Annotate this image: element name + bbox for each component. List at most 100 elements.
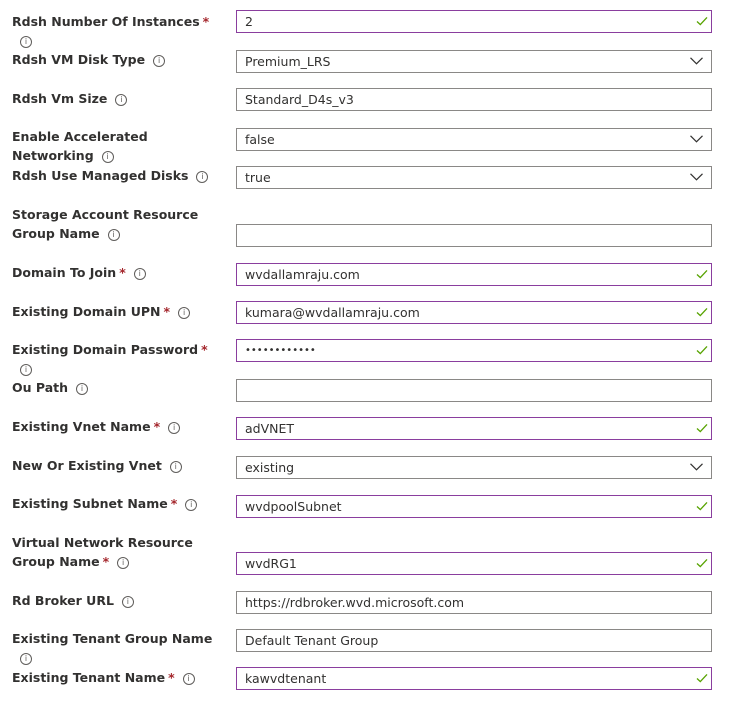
new-or-existing-vnet-label: New Or Existing Vnet i <box>12 456 217 475</box>
ou-path-label: Ou Path i <box>12 378 217 397</box>
field-value: wvdpoolSubnet <box>245 499 342 514</box>
rdsh-vm-disk-type-label: Rdsh VM Disk Type i <box>12 50 217 69</box>
required-asterisk: * <box>119 265 126 280</box>
field-value: https://rdbroker.wvd.microsoft.com <box>245 595 465 610</box>
field-value: false <box>245 132 275 147</box>
virtual-network-resource-group-name-label: Virtual Network Resource Group Name * i <box>12 533 217 571</box>
info-icon[interactable]: i <box>121 596 134 608</box>
rdsh-use-managed-disks-label: Rdsh Use Managed Disks i <box>12 166 217 185</box>
field-label-text: Existing Tenant Name <box>12 670 166 685</box>
field-value: kawvdtenant <box>245 671 327 686</box>
existing-tenant-name-input[interactable]: kawvdtenant <box>236 667 712 690</box>
field-value: •••••••••••• <box>245 345 316 356</box>
required-asterisk: * <box>202 14 210 29</box>
info-icon[interactable]: i <box>178 307 191 319</box>
required-asterisk: * <box>102 554 110 569</box>
chevron-down-icon[interactable] <box>690 57 703 65</box>
info-icon[interactable]: i <box>196 171 209 183</box>
field-label-text: Enable Accelerated Networking <box>12 129 148 163</box>
info-icon[interactable]: i <box>20 36 32 48</box>
ou-path-input[interactable] <box>236 379 712 402</box>
rdsh-vm-size-input[interactable]: Standard_D4s_v3 <box>236 88 712 111</box>
info-icon[interactable]: i <box>169 461 182 473</box>
existing-subnet-name-input[interactable]: wvdpoolSubnet <box>236 495 712 518</box>
field-label-text: Rd Broker URL <box>12 593 114 608</box>
checkmark-icon <box>696 423 708 433</box>
existing-tenant-group-name-input[interactable]: Default Tenant Group <box>236 629 712 652</box>
existing-domain-password-label: Existing Domain Password * i <box>12 340 217 378</box>
enable-accelerated-networking-dropdown[interactable]: false <box>236 128 712 151</box>
field-label-text: Existing Domain UPN <box>12 304 161 319</box>
field-label-text: Rdsh Use Managed Disks <box>12 168 189 183</box>
field-value: Standard_D4s_v3 <box>245 92 354 107</box>
existing-domain-upn-label: Existing Domain UPN * i <box>12 302 217 321</box>
existing-subnet-name-label: Existing Subnet Name * i <box>12 494 217 513</box>
existing-tenant-group-name-label: Existing Tenant Group Name i <box>12 629 217 667</box>
info-icon[interactable]: i <box>76 383 89 395</box>
info-icon[interactable]: i <box>101 151 114 163</box>
storage-account-resource-group-name-label: Storage Account Resource Group Name i <box>12 205 217 243</box>
field-label-text: Storage Account Resource Group Name <box>12 207 199 241</box>
required-asterisk: * <box>153 419 161 434</box>
field-value: wvdallamraju.com <box>245 267 360 282</box>
checkmark-icon <box>696 673 708 683</box>
field-label-text: New Or Existing Vnet <box>12 458 162 473</box>
checkmark-icon <box>696 558 708 568</box>
info-icon[interactable]: i <box>115 94 128 106</box>
info-icon[interactable]: i <box>117 557 130 569</box>
field-value: true <box>245 170 271 185</box>
checkmark-icon <box>696 269 708 279</box>
field-label-text: Ou Path <box>12 380 69 395</box>
domain-to-join-input[interactable]: wvdallamraju.com <box>236 263 712 286</box>
rd-broker-url-input[interactable]: https://rdbroker.wvd.microsoft.com <box>236 591 712 614</box>
required-asterisk: * <box>168 670 175 685</box>
chevron-down-icon[interactable] <box>690 463 703 471</box>
field-label-text: Rdsh Number Of Instances <box>12 14 200 29</box>
existing-domain-upn-input[interactable]: kumara@wvdallamraju.com <box>236 301 712 324</box>
field-label-text: Existing Vnet Name <box>12 419 151 434</box>
checkmark-icon <box>696 307 708 317</box>
checkmark-icon <box>696 345 708 355</box>
info-icon[interactable]: i <box>20 653 32 665</box>
info-icon[interactable]: i <box>185 499 198 511</box>
field-label-text: Domain To Join <box>12 265 117 280</box>
field-value: Premium_LRS <box>245 54 331 69</box>
field-value: existing <box>245 460 295 475</box>
info-icon[interactable]: i <box>153 55 166 67</box>
info-icon[interactable]: i <box>107 229 120 241</box>
required-asterisk: * <box>201 342 208 357</box>
info-icon[interactable]: i <box>168 422 181 434</box>
rdsh-number-of-instances-input[interactable]: 2 <box>236 10 712 33</box>
field-label-text: Rdsh Vm Size <box>12 91 108 106</box>
rdsh-vm-disk-type-dropdown[interactable]: Premium_LRS <box>236 50 712 73</box>
enable-accelerated-networking-label: Enable Accelerated Networking i <box>12 127 217 165</box>
info-icon[interactable]: i <box>182 673 195 685</box>
checkmark-icon <box>696 16 708 26</box>
field-label-text: Rdsh VM Disk Type <box>12 52 146 67</box>
existing-vnet-name-input[interactable]: adVNET <box>236 417 712 440</box>
field-label-text: Existing Domain Password <box>12 342 199 357</box>
rdsh-vm-size-label: Rdsh Vm Size i <box>12 89 217 108</box>
domain-to-join-label: Domain To Join * i <box>12 263 217 282</box>
info-icon[interactable]: i <box>20 364 32 376</box>
required-asterisk: * <box>170 496 178 511</box>
rdsh-use-managed-disks-dropdown[interactable]: true <box>236 166 712 189</box>
info-icon[interactable]: i <box>133 268 146 280</box>
rd-broker-url-label: Rd Broker URL i <box>12 591 217 610</box>
chevron-down-icon[interactable] <box>690 173 703 181</box>
field-label-text: Existing Tenant Group Name <box>12 631 213 646</box>
storage-account-resource-group-name-input[interactable] <box>236 224 712 247</box>
field-label-text: Existing Subnet Name <box>12 496 168 511</box>
rdsh-number-of-instances-label: Rdsh Number Of Instances * i <box>12 12 217 50</box>
field-value: adVNET <box>245 421 295 436</box>
field-value: wvdRG1 <box>245 556 297 571</box>
field-value: kumara@wvdallamraju.com <box>245 305 420 320</box>
virtual-network-resource-group-name-input[interactable]: wvdRG1 <box>236 552 712 575</box>
field-value: Default Tenant Group <box>245 633 379 648</box>
existing-domain-password-password-field[interactable]: •••••••••••• <box>236 339 712 362</box>
checkmark-icon <box>696 501 708 511</box>
new-or-existing-vnet-dropdown[interactable]: existing <box>236 456 712 479</box>
field-value: 2 <box>245 14 253 29</box>
chevron-down-icon[interactable] <box>690 135 703 143</box>
existing-vnet-name-label: Existing Vnet Name * i <box>12 417 217 436</box>
